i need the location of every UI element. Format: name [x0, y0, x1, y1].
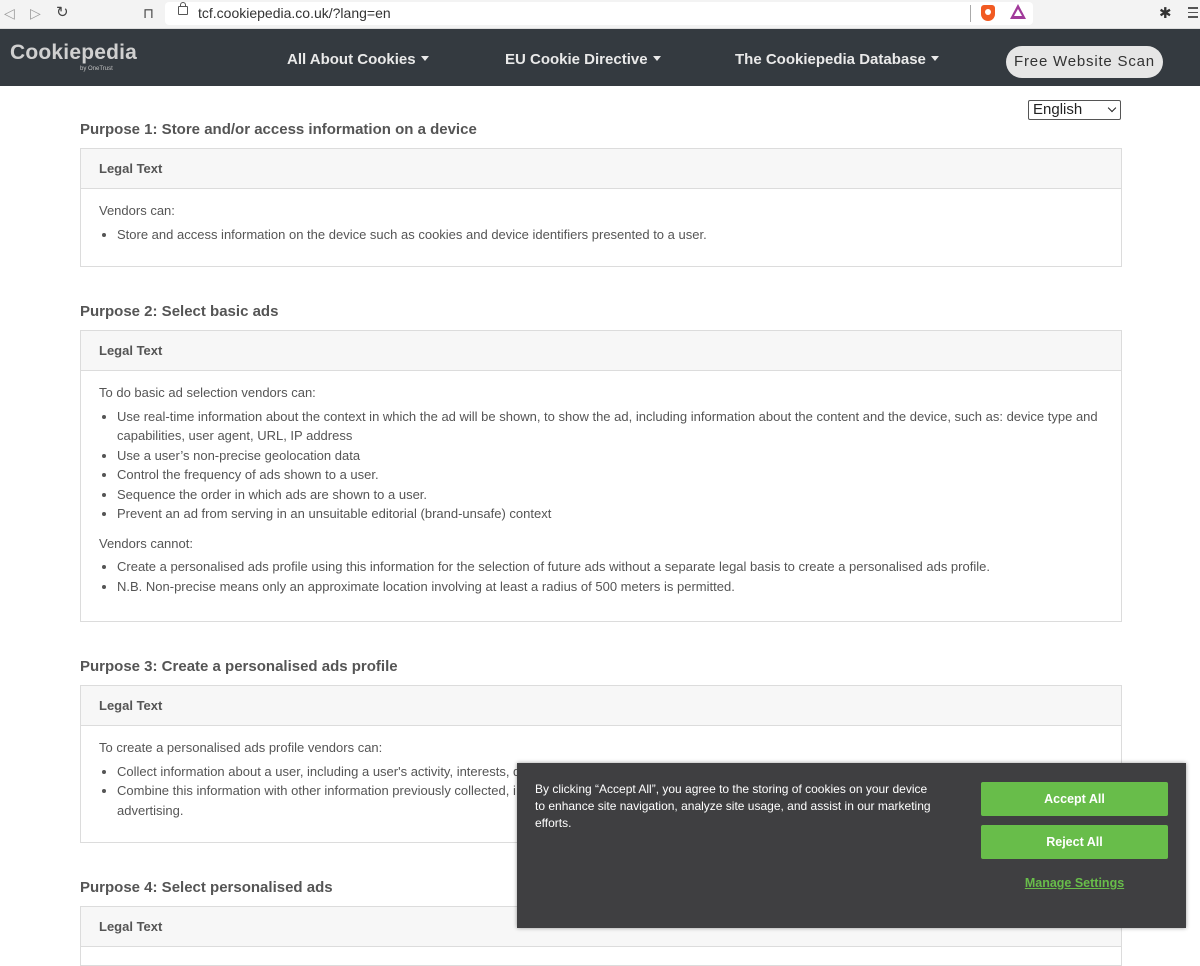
menu-icon[interactable] [1188, 7, 1198, 19]
accept-all-button[interactable]: Accept All [981, 782, 1168, 816]
list-item-text: Combine this information with other info… [117, 783, 516, 798]
brave-rewards-icon[interactable] [1010, 4, 1026, 19]
nav-all-about-cookies[interactable]: All About Cookies [287, 51, 429, 68]
list-item: N.B. Non-precise means only an approxima… [117, 577, 1103, 597]
purpose-1-card: Legal Text Vendors can: Store and access… [80, 148, 1122, 267]
list: Create a personalised ads profile using … [99, 557, 1103, 596]
nav-label: All About Cookies [287, 51, 416, 68]
list-item: Create a personalised ads profile using … [117, 557, 1103, 577]
reload-icon[interactable]: ↻ [56, 4, 69, 22]
card-body: Vendors can: Store and access informatio… [81, 189, 1121, 264]
purpose-2-card: Legal Text To do basic ad selection vend… [80, 330, 1122, 622]
cookie-banner-text: By clicking “Accept All”, you agree to t… [535, 782, 931, 830]
forward-icon[interactable]: ▷ [30, 4, 41, 22]
purpose-1-title: Purpose 1: Store and/or access informati… [80, 121, 477, 138]
card-header: Legal Text [81, 149, 1121, 189]
nav-label: EU Cookie Directive [505, 51, 648, 68]
bookmark-icon[interactable]: ⊓ [143, 4, 154, 22]
intro-text: To do basic ad selection vendors can: [99, 385, 316, 400]
browser-toolbar: ◁ ▷ ↻ ⊓ tcf.cookiepedia.co.uk/?lang=en ✱ [0, 0, 1200, 29]
list-item-text: advertising. [117, 802, 184, 818]
intro-text: To create a personalised ads profile ven… [99, 740, 383, 755]
lock-icon [178, 2, 188, 15]
intro-text: Vendors can: [99, 203, 175, 218]
list-item: Use real-time information about the cont… [117, 407, 1103, 446]
manage-settings-link[interactable]: Manage Settings [981, 876, 1168, 890]
nav-cookiepedia-database[interactable]: The Cookiepedia Database [735, 51, 939, 68]
purpose-3-title: Purpose 3: Create a personalised ads pro… [80, 658, 398, 675]
back-icon[interactable]: ◁ [4, 4, 15, 22]
extensions-icon[interactable]: ✱ [1159, 4, 1172, 22]
language-selected: English [1033, 101, 1083, 118]
nav-label: The Cookiepedia Database [735, 51, 926, 68]
card-body: To do basic ad selection vendors can: Us… [81, 371, 1121, 616]
site-navbar: Cookiepedia by OneTrust All About Cookie… [0, 29, 1200, 86]
caret-down-icon [652, 56, 661, 61]
nav-eu-cookie-directive[interactable]: EU Cookie Directive [505, 51, 661, 68]
caret-down-icon [420, 56, 429, 61]
list-item: Use a user’s non-precise geolocation dat… [117, 446, 1103, 466]
divider [970, 5, 971, 22]
list-item: Sequence the order in which ads are show… [117, 485, 1103, 505]
language-select[interactable]: English [1028, 100, 1121, 120]
card-header: Legal Text [81, 686, 1121, 726]
list: Use real-time information about the cont… [99, 407, 1103, 524]
logo-subtitle: by OneTrust [80, 66, 113, 72]
site-logo[interactable]: Cookiepedia [10, 41, 137, 65]
intro-text: Vendors cannot: [99, 535, 193, 551]
purpose-4-title: Purpose 4: Select personalised ads [80, 879, 333, 896]
list-item: Control the frequency of ads shown to a … [117, 465, 1103, 485]
url-text[interactable]: tcf.cookiepedia.co.uk/?lang=en [198, 5, 391, 21]
card-header: Legal Text [81, 331, 1121, 371]
list-item: Store and access information on the devi… [117, 225, 1103, 245]
purpose-2-title: Purpose 2: Select basic ads [80, 303, 279, 320]
caret-down-icon [930, 56, 939, 61]
free-website-scan-button[interactable]: Free Website Scan [1006, 46, 1163, 78]
reject-all-button[interactable]: Reject All [981, 825, 1168, 859]
list-item: Prevent an ad from serving in an unsuita… [117, 504, 1103, 524]
brave-shield-icon[interactable] [981, 5, 995, 21]
list: Store and access information on the devi… [99, 225, 1103, 245]
chevron-down-icon [1107, 103, 1117, 113]
cookie-consent-banner: By clicking “Accept All”, you agree to t… [517, 763, 1186, 928]
